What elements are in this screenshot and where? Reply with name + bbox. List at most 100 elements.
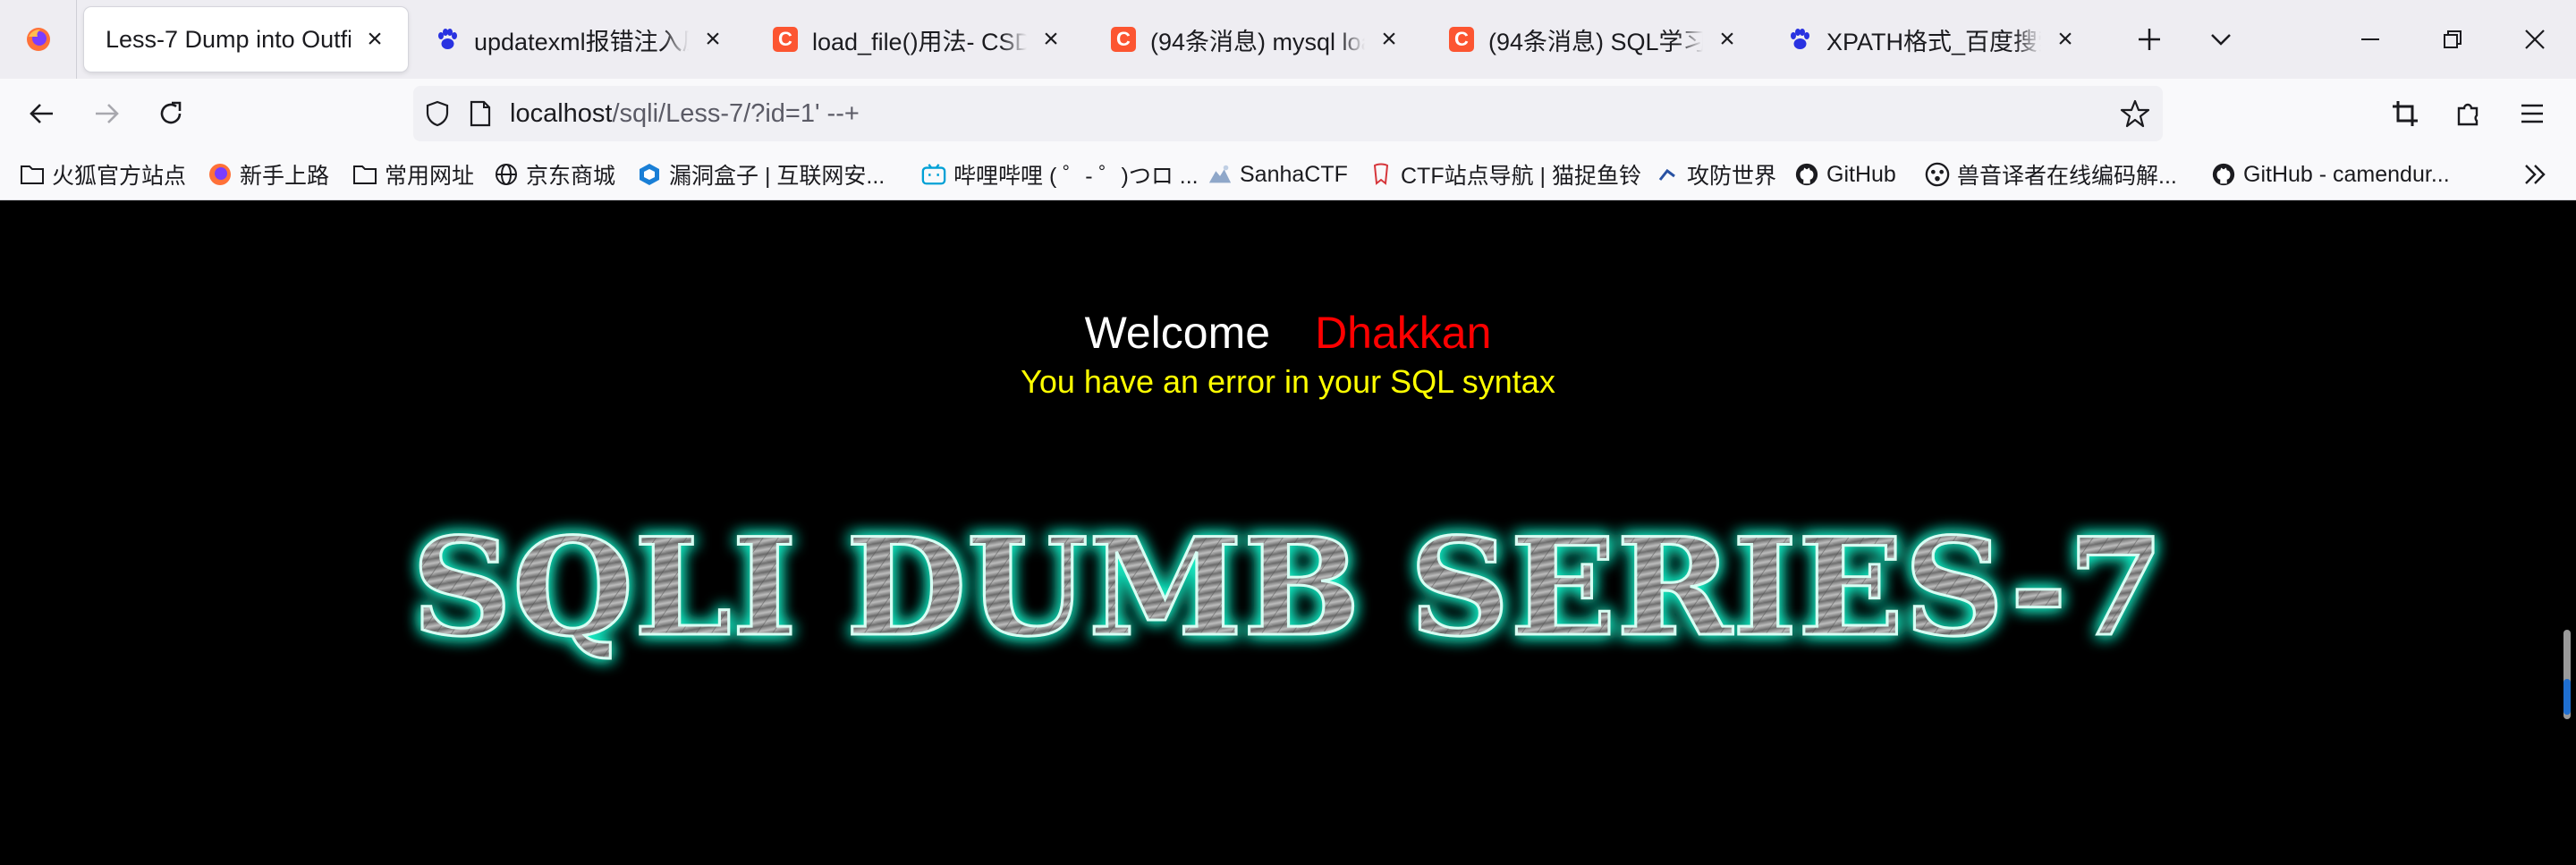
bookmark-item[interactable]: CTF站点导航 | 猫捉鱼铃 [1368, 148, 1641, 200]
beast-icon [1925, 162, 1950, 187]
globe-icon [494, 162, 519, 187]
baidu-paw-icon [1787, 27, 1812, 52]
bookmark-star-icon[interactable] [2120, 98, 2150, 129]
bookmark-label: 京东商城 [526, 164, 616, 189]
tab-sql-study[interactable]: C (94条消息) SQL学习 之 l × [1428, 7, 1760, 72]
firefox-menu-logo[interactable] [0, 0, 77, 79]
tab-close-icon[interactable]: × [1714, 26, 1741, 53]
scrollbar-position-marker [2563, 679, 2571, 715]
bookmark-label: 攻防世界 [1687, 164, 1777, 189]
tab-xpath[interactable]: XPATH格式_百度搜索 × [1766, 7, 2098, 72]
folder-icon [20, 162, 45, 187]
plus-icon [2139, 29, 2160, 50]
tab-load-file[interactable]: C load_file()用法- CSDN搜 × [751, 7, 1084, 72]
bilibili-icon [921, 162, 946, 187]
bookmark-item[interactable]: 漏洞盒子 | 互联网安... [637, 148, 885, 200]
tab-title: XPATH格式_百度搜索 [1826, 28, 2041, 55]
tab-title: Less-7 Dump into Outfile [106, 25, 351, 53]
minimize-icon [2361, 38, 2379, 40]
series-banner-image: SQLI DUMB SERIES-7 [411, 508, 2166, 668]
welcome-line: Welcome Dhakkan [0, 306, 2576, 360]
sanha-icon [1208, 162, 1233, 187]
bookmark-item[interactable]: 哔哩哔哩 ( ゜- ゜)つロ ... [921, 148, 1199, 200]
bookmark-item[interactable]: 兽音译者在线编码解... [1925, 148, 2177, 200]
baidu-paw-icon [435, 27, 460, 52]
firefox-icon [26, 28, 50, 51]
tab-close-icon[interactable]: × [1038, 26, 1064, 53]
bookmarks-overflow-button[interactable] [2522, 148, 2549, 200]
minimize-button[interactable] [2329, 0, 2411, 79]
bookmark-item[interactable]: GitHub [1794, 148, 1896, 200]
hamburger-menu-icon [2521, 104, 2543, 123]
csdn-letter: C [1111, 27, 1136, 52]
welcome-name: Dhakkan [1315, 308, 1492, 358]
restore-button[interactable] [2411, 0, 2494, 79]
csdn-letter: C [1449, 27, 1474, 52]
tab-mysql-load[interactable]: C (94条消息) mysql load f × [1089, 7, 1422, 72]
adworld-icon [1655, 162, 1680, 187]
bookmark-item[interactable]: 攻防世界 [1655, 148, 1776, 200]
tab-updatexml[interactable]: updatexml报错注入原理 × [413, 7, 746, 72]
double-chevron-right-icon [2525, 165, 2546, 184]
new-tab-button[interactable] [2127, 0, 2172, 79]
github-icon [1794, 162, 1819, 187]
back-button[interactable] [20, 91, 64, 136]
welcome-text: Welcome [1084, 308, 1271, 358]
url-bar[interactable]: localhost/sqli/Less-7/?id=1' --+ [413, 86, 2163, 141]
bookmarks-toolbar: 火狐官方站点 新手上路 常用网址 京东商城 漏洞盒子 | 互联网安... 哔哩哔… [0, 148, 2576, 200]
reload-button[interactable] [148, 91, 193, 136]
tab-title: load_file()用法- CSDN搜 [812, 28, 1027, 55]
bookmark-label: GitHub [1826, 161, 1896, 187]
tab-title: (94条消息) mysql load f [1150, 28, 1365, 55]
extensions-button[interactable] [2445, 91, 2490, 136]
banner-text: SQLI DUMB SERIES-7 [411, 509, 2165, 666]
arrow-left-icon [30, 104, 53, 123]
tab-strip: Less-7 Dump into Outfile × updatexml报错注入… [0, 0, 2576, 79]
arrow-right-icon [96, 104, 119, 123]
tab-less-7[interactable]: Less-7 Dump into Outfile × [84, 7, 408, 72]
tab-close-icon[interactable]: × [1376, 26, 1402, 53]
puzzle-icon [2457, 103, 2479, 126]
bookmark-label: 兽音译者在线编码解... [1957, 164, 2177, 189]
bookmark-item[interactable]: 火狐官方站点 [20, 148, 186, 200]
tab-close-icon[interactable]: × [2052, 26, 2079, 53]
bookmark-label: SanhaCTF [1240, 161, 1348, 187]
page-content: Welcome Dhakkan You have an error in your… [0, 200, 2576, 865]
close-icon [2525, 30, 2545, 49]
bookmark-label: 常用网址 [385, 164, 475, 189]
tab-close-icon[interactable]: × [699, 26, 726, 53]
csdn-icon: C [1449, 27, 1474, 52]
page-info-icon[interactable] [469, 100, 492, 127]
screenshot-button[interactable] [2383, 91, 2428, 136]
app-menu-button[interactable] [2510, 91, 2555, 136]
bookmark-item[interactable]: 京东商城 [494, 148, 615, 200]
github-icon [2211, 162, 2236, 187]
bookmark-label: 哔哩哔哩 ( ゜- ゜)つロ ... [953, 164, 1199, 189]
close-window-button[interactable] [2494, 0, 2576, 79]
url-text[interactable]: localhost/sqli/Less-7/?id=1' --+ [510, 99, 860, 129]
reload-icon [160, 101, 182, 124]
navigation-toolbar: localhost/sqli/Less-7/?id=1' --+ [0, 79, 2576, 148]
bookmark-item[interactable]: GitHub - camendur... [2211, 148, 2450, 200]
bookmark-label: 火狐官方站点 [52, 164, 187, 189]
bookmark-item[interactable]: 常用网址 [352, 148, 474, 200]
tab-title: updatexml报错注入原理 [474, 28, 689, 55]
restore-icon [2444, 30, 2462, 48]
bookmark-label: GitHub - camendur... [2243, 161, 2450, 187]
url-host: localhost [510, 98, 613, 128]
forward-button[interactable] [84, 91, 129, 136]
sql-error-message: You have an error in your SQL syntax [1021, 363, 1555, 400]
csdn-icon: C [1111, 27, 1136, 52]
firefox-icon [208, 162, 233, 187]
csdn-letter: C [773, 27, 798, 52]
tab-close-icon[interactable]: × [361, 26, 388, 53]
bookmark-label: 漏洞盒子 | 互联网安... [669, 164, 886, 189]
bookmark-item[interactable]: 新手上路 [208, 148, 329, 200]
hexagon-icon [637, 162, 662, 187]
list-all-tabs-button[interactable] [2199, 0, 2243, 79]
bookmark-item[interactable]: SanhaCTF [1208, 148, 1348, 200]
folder-icon [352, 162, 377, 187]
tracking-shield-icon[interactable] [424, 99, 451, 128]
tab-title: (94条消息) SQL学习 之 l [1488, 28, 1703, 55]
bookmark-label: 新手上路 [240, 164, 330, 189]
